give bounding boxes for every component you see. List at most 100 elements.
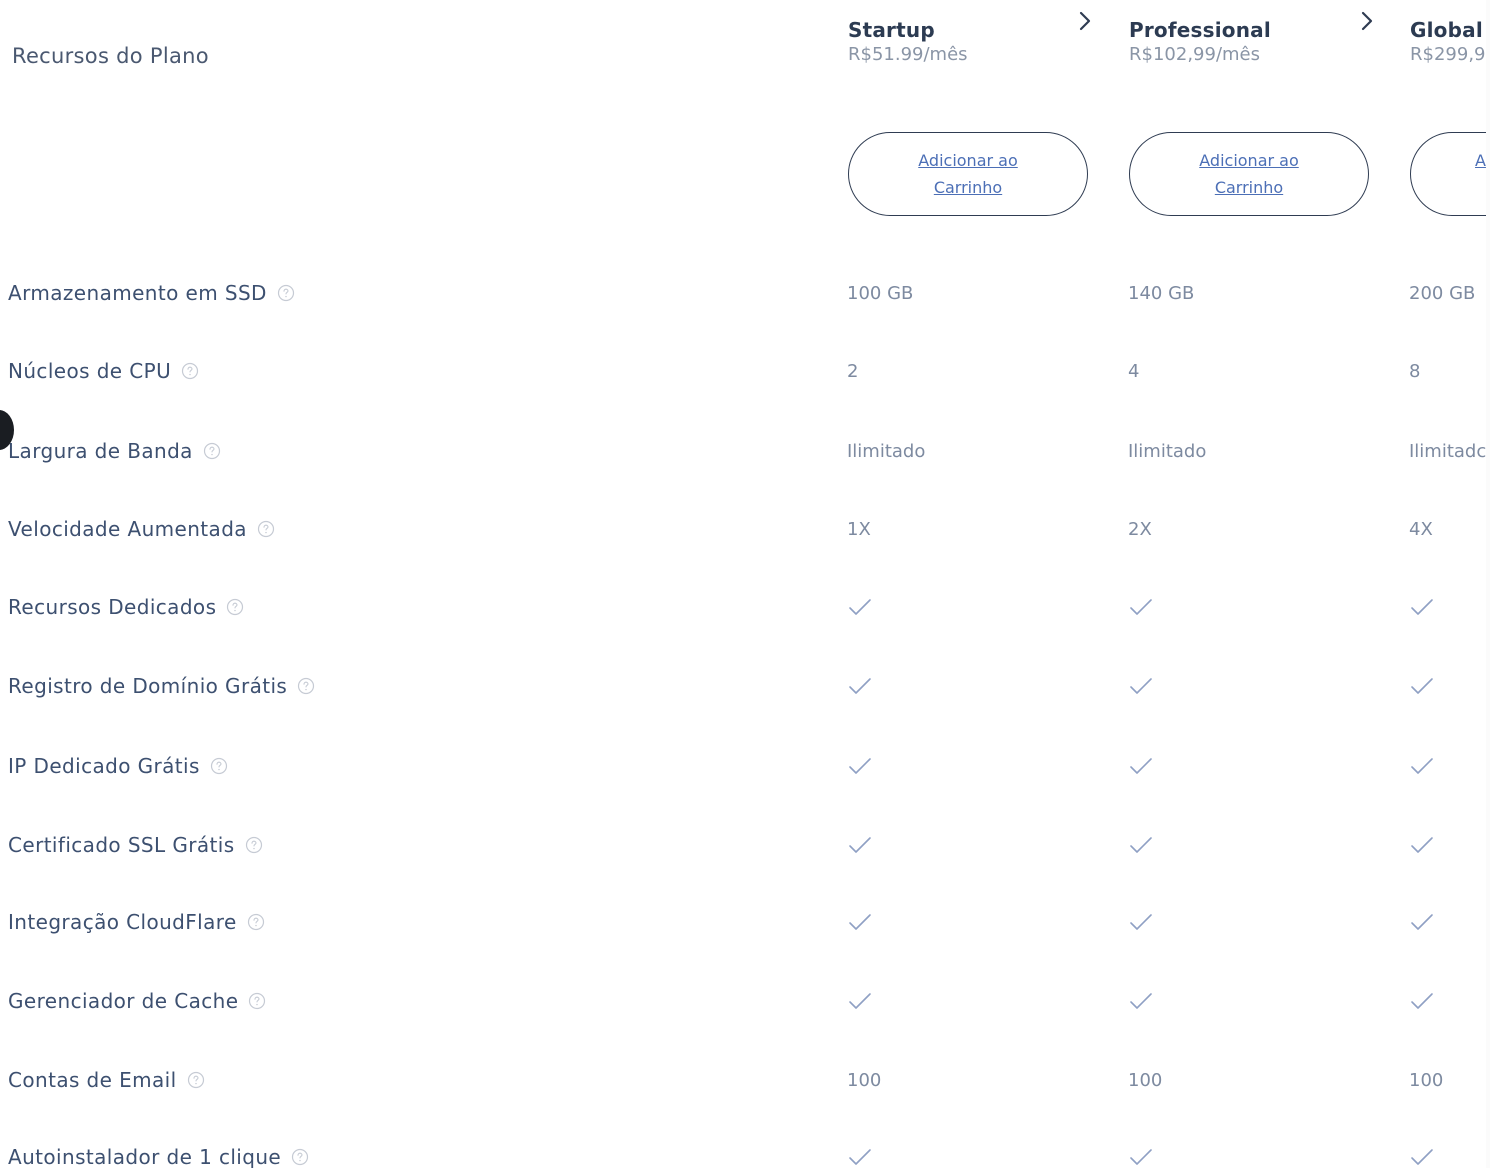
feature-label-text: Núcleos de CPU xyxy=(8,359,172,383)
feature-value: 100 xyxy=(1128,1069,1163,1091)
question-circle-icon[interactable] xyxy=(297,677,315,695)
feature-value: Ilimitadc xyxy=(1409,440,1486,462)
plan-price: R$299,9 xyxy=(1410,44,1486,65)
check-icon xyxy=(1409,825,1486,865)
check-icon xyxy=(1409,666,1486,706)
feature-label: Núcleos de CPU xyxy=(8,351,199,391)
feature-row: Gerenciador de Cache xyxy=(0,981,1490,1021)
check-icon xyxy=(847,981,1077,1021)
feature-value: 8 xyxy=(1409,360,1421,382)
feature-value: 100 xyxy=(847,1069,882,1091)
plan-features-heading: Recursos do Plano xyxy=(12,44,209,68)
question-circle-icon[interactable] xyxy=(187,1071,205,1089)
feature-value: 140 GB xyxy=(1128,282,1195,304)
feature-label: Autoinstalador de 1 clique xyxy=(8,1137,309,1168)
plan-name: Professional xyxy=(1129,18,1271,42)
feature-label-text: Armazenamento em SSD xyxy=(8,281,267,305)
question-circle-icon[interactable] xyxy=(257,520,275,538)
plan-name: Global xyxy=(1410,18,1483,42)
feature-label: Gerenciador de Cache xyxy=(8,981,266,1021)
chevron-right-icon[interactable] xyxy=(1078,10,1092,32)
question-circle-icon[interactable] xyxy=(291,1148,309,1166)
check-icon xyxy=(1409,746,1486,786)
feature-label-text: Integração CloudFlare xyxy=(8,910,237,934)
plan-header-professional: Professional R$102,99/mês xyxy=(1129,18,1379,65)
check-icon xyxy=(847,746,1077,786)
plan-price: R$102,99/mês xyxy=(1129,44,1260,65)
feature-row: Velocidade Aumentada 1X 2X 4X xyxy=(0,509,1490,549)
feature-value: 1X xyxy=(847,518,871,540)
feature-row: Autoinstalador de 1 clique xyxy=(0,1137,1490,1168)
feature-value: 2X xyxy=(1128,518,1152,540)
feature-label: Contas de Email xyxy=(8,1060,205,1100)
check-icon xyxy=(1128,587,1358,627)
plan-name: Startup xyxy=(848,18,935,42)
feature-label: IP Dedicado Grátis xyxy=(8,746,228,786)
feature-value: 200 GB xyxy=(1409,282,1476,304)
feature-label: Armazenamento em SSD xyxy=(8,273,295,313)
feature-row: Integração CloudFlare xyxy=(0,902,1490,942)
check-icon xyxy=(1409,1137,1486,1168)
check-icon xyxy=(1128,981,1358,1021)
feature-row: Armazenamento em SSD 100 GB 140 GB 200 GB xyxy=(0,273,1490,313)
add-to-cart-button-global[interactable]: A xyxy=(1410,132,1486,216)
feature-label: Registro de Domínio Grátis xyxy=(8,666,315,706)
check-icon xyxy=(1128,746,1358,786)
add-to-cart-button-professional[interactable]: Adicionar ao Carrinho xyxy=(1129,132,1369,216)
check-icon xyxy=(1409,902,1486,942)
plan-header-global: Global R$299,9 xyxy=(1410,18,1486,65)
question-circle-icon[interactable] xyxy=(210,757,228,775)
check-icon xyxy=(847,825,1077,865)
feature-row: Registro de Domínio Grátis xyxy=(0,666,1490,706)
feature-label: Velocidade Aumentada xyxy=(8,509,275,549)
feature-row: IP Dedicado Grátis xyxy=(0,746,1490,786)
chevron-right-icon[interactable] xyxy=(1360,10,1374,32)
feature-label-text: Recursos Dedicados xyxy=(8,595,217,619)
question-circle-icon[interactable] xyxy=(181,362,199,380)
question-circle-icon[interactable] xyxy=(245,836,263,854)
check-icon xyxy=(847,587,1077,627)
feature-value: Ilimitado xyxy=(847,440,926,462)
feature-value: Ilimitado xyxy=(1128,440,1207,462)
check-icon xyxy=(1128,902,1358,942)
check-icon xyxy=(1128,825,1358,865)
scrollbar-track[interactable] xyxy=(1486,0,1490,1168)
add-to-cart-label: Adicionar ao Carrinho xyxy=(1199,151,1299,197)
add-to-cart-label: A xyxy=(1475,150,1486,170)
feature-value: 4 xyxy=(1128,360,1140,382)
add-to-cart-clip: A xyxy=(1410,132,1486,216)
feature-label-text: Certificado SSL Grátis xyxy=(8,833,235,857)
question-circle-icon[interactable] xyxy=(226,598,244,616)
check-icon xyxy=(1128,1137,1358,1168)
feature-label-text: Gerenciador de Cache xyxy=(8,989,239,1013)
check-icon xyxy=(847,902,1077,942)
question-circle-icon[interactable] xyxy=(277,284,295,302)
feature-row: Largura de Banda Ilimitado Ilimitado Ilimit… xyxy=(0,431,1490,471)
feature-label-text: Autoinstalador de 1 clique xyxy=(8,1145,282,1168)
feature-label-text: Largura de Banda xyxy=(8,439,193,463)
feature-label-text: Registro de Domínio Grátis xyxy=(8,674,288,698)
check-icon xyxy=(847,1137,1077,1168)
feature-value: 4X xyxy=(1409,518,1433,540)
question-circle-icon[interactable] xyxy=(248,992,266,1010)
plan-comparison-page: Recursos do Plano Startup R$51.99/mês Pr… xyxy=(0,0,1490,1168)
question-circle-icon[interactable] xyxy=(247,913,265,931)
add-to-cart-button-startup[interactable]: Adicionar ao Carrinho xyxy=(848,132,1088,216)
feature-row: Recursos Dedicados xyxy=(0,587,1490,627)
plan-header-startup: Startup R$51.99/mês xyxy=(848,18,1098,65)
feature-value: 2 xyxy=(847,360,859,382)
feature-label: Recursos Dedicados xyxy=(8,587,244,627)
check-icon xyxy=(1128,666,1358,706)
feature-label-text: Velocidade Aumentada xyxy=(8,517,247,541)
question-circle-icon[interactable] xyxy=(203,442,221,460)
feature-label-text: Contas de Email xyxy=(8,1068,177,1092)
feature-label-text: IP Dedicado Grátis xyxy=(8,754,200,778)
feature-row: Contas de Email 100 100 100 xyxy=(0,1060,1490,1100)
check-icon xyxy=(847,666,1077,706)
add-to-cart-label: Adicionar ao Carrinho xyxy=(918,151,1018,197)
feature-label: Largura de Banda xyxy=(8,431,221,471)
feature-label: Integração CloudFlare xyxy=(8,902,265,942)
check-icon xyxy=(1409,981,1486,1021)
feature-row: Certificado SSL Grátis xyxy=(0,825,1490,865)
feature-label: Certificado SSL Grátis xyxy=(8,825,263,865)
